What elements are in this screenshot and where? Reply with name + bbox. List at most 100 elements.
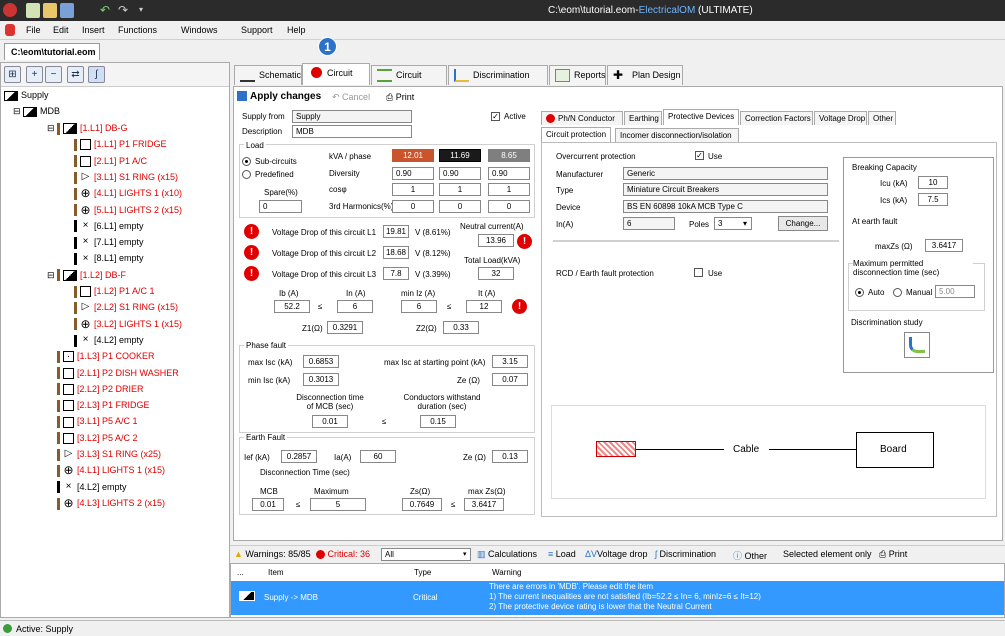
subtab-circuit-protection[interactable]: Circuit protection [541, 127, 611, 142]
save-icon[interactable] [60, 3, 74, 18]
zoom-in-icon[interactable]: + [26, 66, 43, 83]
table-row[interactable]: Supply -> MDB Critical There are errors … [231, 581, 1004, 615]
apply-changes-button[interactable]: Apply changes [237, 91, 321, 102]
zoom-out-icon[interactable]: − [45, 66, 62, 83]
cancel-button[interactable]: ↶ Cancel [332, 92, 370, 103]
diversity-l3[interactable]: 0.90 [488, 167, 530, 180]
tree-node[interactable]: ⊕ [4.L1] LIGHTS 1 (x10) [64, 186, 182, 201]
tree-node[interactable]: × [6.L1] empty [64, 219, 144, 234]
tree-layout-icon[interactable]: ⊞ [4, 66, 21, 83]
new-file-icon[interactable] [26, 3, 40, 18]
tree-node[interactable]: × [8.L1] empty [64, 251, 144, 266]
tab-plan-design[interactable]: ✚ Plan Design [607, 65, 683, 85]
harmonics-l3[interactable]: 0 [488, 200, 530, 213]
menu-file[interactable]: File [26, 25, 41, 35]
overcurrent-use-checkbox[interactable]: ✓ [695, 151, 704, 160]
active-checkbox[interactable]: ✓ [491, 112, 500, 121]
tab-schematic[interactable]: Schematic [234, 65, 302, 85]
grid-header-warning[interactable]: Warning [492, 568, 522, 577]
tree-node-mdb[interactable]: ⊟ MDB [13, 104, 60, 119]
print-button[interactable]: ⎙ Print [386, 92, 414, 103]
change-device-button[interactable]: Change... [778, 216, 828, 231]
cosphi-l3[interactable]: 1 [488, 183, 530, 196]
menu-help[interactable]: Help [287, 25, 306, 35]
cosphi-l1[interactable]: 1 [392, 183, 434, 196]
discrimination-icon[interactable]: ʃ [88, 66, 105, 83]
warning-filter-select[interactable]: All [381, 548, 471, 561]
grid-header-menu[interactable]: ... [237, 568, 244, 577]
subcircuits-radio[interactable] [242, 157, 251, 166]
tab-circuit-edit[interactable]: Circuit edit [302, 63, 370, 97]
app-menu-icon[interactable] [5, 24, 15, 36]
tree-node[interactable]: [2.L2] P2 DRIER [47, 382, 144, 397]
menu-windows[interactable]: Windows [181, 25, 218, 35]
harmonics-l1[interactable]: 0 [392, 200, 434, 213]
document-tab[interactable]: C:\eom\tutorial.eom [4, 43, 100, 60]
tree-node[interactable]: × [7.L1] empty [64, 235, 144, 250]
description-field[interactable]: MDB [292, 125, 412, 138]
tab-circuit-details[interactable]: Circuit details [371, 65, 447, 99]
tab-protective-devices[interactable]: Protective Devices [663, 109, 739, 125]
cosphi-l2[interactable]: 1 [439, 183, 481, 196]
tree-node[interactable]: ⊕ [5.L1] LIGHTS 2 (x15) [64, 203, 182, 218]
tab-discrimination-study[interactable]: Discrimination study [448, 65, 548, 99]
predefined-radio[interactable] [242, 170, 251, 179]
menu-edit[interactable]: Edit [53, 25, 69, 35]
tree-node[interactable]: [2.L1] P1 A/C [64, 154, 147, 169]
in-a-field[interactable]: 6 [623, 217, 675, 230]
manufacturer-field[interactable]: Generic [623, 167, 828, 180]
spare-spinner[interactable]: 0 [259, 200, 302, 213]
menu-support[interactable]: Support [241, 25, 273, 35]
warnings-count[interactable]: ▲ Warnings: 85/85 [234, 549, 311, 559]
subtab-incomer-disconnection[interactable]: Incomer disconnection/isolation [615, 128, 739, 142]
diversity-l2[interactable]: 0.90 [439, 167, 481, 180]
tree-expander-icon[interactable]: ⊟ [47, 121, 57, 136]
tab-voltage-drop[interactable]: Voltage Drop [814, 111, 867, 125]
diversity-l1[interactable]: 0.90 [392, 167, 434, 180]
redo-icon[interactable]: ↷ [116, 3, 130, 18]
auto-radio[interactable] [855, 288, 864, 297]
tree-node[interactable]: [1.L2] P1 A/C 1 [64, 284, 155, 299]
device-field[interactable]: BS EN 60898 10kA MCB Type C [623, 200, 828, 213]
voltage-drop-filter[interactable]: ΔVVoltage drop [585, 549, 648, 559]
refresh-icon[interactable]: ⇄ [67, 66, 84, 83]
discrimination-filter[interactable]: ʃ Discrimination [655, 549, 716, 559]
tree-node[interactable]: ⊕ [3.L2] LIGHTS 1 (x15) [64, 317, 182, 332]
discrimination-study-button[interactable] [904, 332, 930, 358]
grid-header-type[interactable]: Type [414, 568, 431, 577]
grid-header-item[interactable]: Item [268, 568, 284, 577]
manual-radio[interactable] [893, 288, 902, 297]
tree-node[interactable]: ▷ [3.L1] S1 RING (x15) [64, 170, 178, 185]
tree-node[interactable]: ⊟ [1.L2] DB-F [47, 268, 126, 283]
type-field[interactable]: Miniature Circuit Breakers [623, 183, 828, 196]
qa-dropdown-icon[interactable]: ▾ [134, 3, 148, 18]
tree-node[interactable]: ⊟ [1.L1] DB-G [47, 121, 128, 136]
tab-correction-factors[interactable]: Correction Factors [740, 111, 813, 125]
tab-other[interactable]: Other [868, 111, 896, 125]
tab-earthing[interactable]: Earthing [624, 111, 662, 125]
warnings-print-button[interactable]: ⎙ Print [879, 549, 907, 560]
menu-insert[interactable]: Insert [82, 25, 105, 35]
load-filter[interactable]: ≡ Load [548, 549, 576, 559]
other-filter[interactable]: ⓘ Other [733, 549, 767, 562]
tab-reports[interactable]: Reports [549, 65, 606, 85]
supply-from-field[interactable]: Supply [292, 110, 412, 123]
tree-node[interactable]: × [4.L2] empty [64, 333, 144, 348]
tree-node[interactable]: [3.L2] P5 A/C 2 [47, 431, 138, 446]
tree-node[interactable]: · [1.L3] P1 COOKER [47, 349, 155, 364]
tree-node[interactable]: [2.L3] P1 FRIDGE [47, 398, 150, 413]
open-folder-icon[interactable] [43, 3, 57, 18]
tree-node[interactable]: ⊕ [4.L1] LIGHTS 1 (x15) [47, 463, 165, 478]
menu-functions[interactable]: Functions [118, 25, 157, 35]
tab-ph-n-conductor[interactable]: Ph/N Conductor [541, 111, 623, 125]
calculations-filter[interactable]: ▥ Calculations [477, 549, 537, 560]
selected-element-only-toggle[interactable]: Selected element only [783, 549, 872, 559]
tree-node[interactable]: [2.L1] P2 DISH WASHER [47, 366, 179, 381]
tree-node[interactable]: ▷ [2.L2] S1 RING (x15) [64, 300, 178, 315]
tree-node[interactable]: × [4.L2] empty [47, 480, 127, 495]
tree-node[interactable]: [1.L1] P1 FRIDGE [64, 137, 167, 152]
tree-expander-icon[interactable]: ⊟ [47, 268, 57, 283]
critical-count[interactable]: Critical: 36 [316, 549, 370, 560]
tree-node[interactable]: ▷ [3.L3] S1 RING (x25) [47, 447, 161, 462]
harmonics-l2[interactable]: 0 [439, 200, 481, 213]
